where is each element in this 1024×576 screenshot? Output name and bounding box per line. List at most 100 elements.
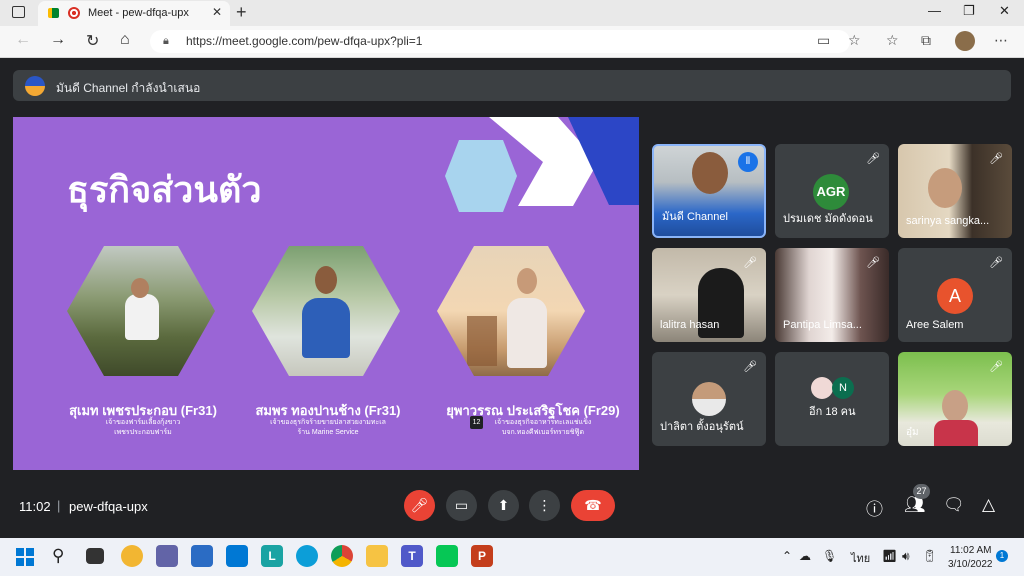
search-icon[interactable]: ⚲ (52, 546, 64, 566)
presenter-avatar (25, 76, 45, 96)
language-indicator[interactable]: ไทย (851, 549, 870, 567)
person-desc-3-line2: บจก.ทองคีฟเบอร์ทรายชิฟู๊ด (501, 429, 585, 436)
maximize-button[interactable]: ❐ (963, 3, 975, 19)
mic-toggle-button[interactable]: 🎤︎ (404, 490, 435, 521)
browser-tab-bar: Meet - pew-dfqa-upx ✕ + — ❐ ✕ (0, 0, 1024, 26)
more-options-button[interactable]: ⋮ (529, 490, 560, 521)
mic-off-icon: 🎤︎ (866, 153, 880, 165)
presentation-slide: ธุรกิจส่วนตัว สุเมท เพชรประกอบ (Fr31) เจ… (13, 117, 639, 470)
participant-name-3: sarinya sangka... (906, 215, 990, 227)
participant-avatar-2: AGR (813, 174, 849, 210)
minimize-button[interactable]: — (928, 3, 941, 18)
person-desc-1-line2: เพชรประกอบฟาร์ม (114, 429, 172, 436)
new-tab-button[interactable]: + (236, 2, 247, 23)
end-call-icon: ☎ (584, 497, 602, 513)
mic-off-icon: 🎤︎ (743, 361, 757, 373)
speaking-indicator-icon: ⦀ (738, 152, 758, 172)
person-desc-1: เจ้าของฟาร์มเลี้ยงกุ้งขาว เพชรประกอบฟาร์… (53, 418, 233, 438)
volume-icon[interactable]: 🔊︎ (902, 549, 910, 564)
participant-tile-2[interactable]: 🎤︎ AGR ปรมเดช มัดดังดอน (775, 144, 889, 238)
teams-icon[interactable]: T (401, 545, 423, 567)
task-view-icon[interactable] (86, 548, 104, 564)
mic-off-icon: 🎤︎ (989, 361, 1003, 373)
clock-time[interactable]: 11:02 AM (950, 545, 992, 556)
chat-icon[interactable]: 🗨︎ (943, 495, 965, 515)
more-menu-icon[interactable]: ⋯ (994, 32, 1008, 49)
more-vert-icon: ⋮ (537, 497, 552, 513)
participant-tile-more[interactable]: N อีก 18 คน (775, 352, 889, 446)
back-button[interactable]: ← (15, 31, 31, 49)
wifi-icon[interactable]: 📶︎ (882, 549, 897, 563)
microphone-tray-icon[interactable]: 🎙︎ (822, 549, 837, 563)
participant-video-9 (942, 390, 968, 422)
store-icon[interactable] (191, 545, 213, 567)
forward-button[interactable]: → (50, 31, 66, 49)
camera-icon: ▭ (454, 497, 469, 513)
onedrive-icon[interactable]: ☁ (799, 549, 811, 563)
participant-name-7: ปาลิตา ตั้งอนุรัตน์ (660, 421, 744, 433)
line-icon[interactable] (436, 545, 458, 567)
person-desc-2-line1: เจ้าของธุรกิจร้ายขายปลาสวยงามทะเล (270, 419, 386, 426)
participant-name-1: มันดี Channel (662, 211, 728, 223)
more-participants-label: อีก 18 คน (809, 406, 856, 418)
leave-call-button[interactable]: ☎ (571, 490, 615, 521)
tab-actions-icon[interactable] (12, 6, 25, 18)
person-desc-2-line2: ร้าน Marine Service (297, 429, 359, 436)
tab-close-icon[interactable]: ✕ (212, 5, 222, 19)
teams-chat-icon[interactable] (156, 545, 178, 567)
powerpoint-icon[interactable]: P (471, 545, 493, 567)
present-screen-button[interactable]: ⬆ (488, 490, 519, 521)
widgets-icon[interactable] (121, 545, 143, 567)
meeting-info-separator: | (57, 498, 61, 513)
browser-tab[interactable]: Meet - pew-dfqa-upx ✕ (38, 1, 230, 26)
edge-icon[interactable] (296, 545, 318, 567)
presenting-banner: มันดี Channel กำลังนำเสนอ (13, 70, 1011, 101)
profile-avatar[interactable] (955, 31, 975, 51)
present-icon: ⬆ (497, 497, 510, 513)
lessons-app-icon[interactable]: L (261, 545, 283, 567)
add-favorite-icon[interactable]: ☆ (848, 32, 861, 49)
mail-icon[interactable] (226, 545, 248, 567)
notification-badge[interactable]: 1 (996, 550, 1008, 562)
recording-icon (68, 7, 80, 19)
participant-name-4: lalitra hasan (660, 319, 720, 331)
windows-taskbar (0, 538, 1024, 576)
favorites-icon[interactable]: ☆ (886, 32, 899, 49)
meeting-details-icon[interactable]: ⓘ (866, 495, 883, 520)
close-window-button[interactable]: ✕ (999, 3, 1010, 19)
home-button[interactable]: ⌂ (120, 31, 130, 49)
more-participants-avatar-1 (811, 377, 833, 399)
reload-button[interactable]: ↻ (86, 31, 99, 51)
person-desc-1-line1: เจ้าของฟาร์มเลี้ยงกุ้งขาว (105, 419, 181, 426)
show-hidden-icons-icon[interactable]: ⌃ (782, 549, 792, 563)
start-button[interactable] (16, 548, 34, 566)
lock-icon: 🔒︎ (163, 35, 169, 47)
participant-tile-6[interactable]: 🎤︎ A Aree Salem (898, 248, 1012, 342)
participant-avatar-7 (692, 382, 726, 416)
presenting-text: มันดี Channel กำลังนำเสนอ (56, 81, 201, 95)
clock-date[interactable]: 3/10/2022 (948, 559, 993, 570)
meet-favicon-icon (48, 8, 59, 18)
mic-off-icon: 🎤︎ (743, 257, 757, 269)
chrome-icon[interactable] (331, 545, 353, 567)
participant-tile-5[interactable]: 🎤︎ Pantipa Limsa... (775, 248, 889, 342)
file-explorer-icon[interactable] (366, 545, 388, 567)
participant-tile-9[interactable]: 🎤︎ อุ๋ม (898, 352, 1012, 446)
camera-toggle-button[interactable]: ▭ (446, 490, 477, 521)
activities-icon[interactable]: △ (982, 495, 995, 515)
mic-off-icon: 🎤︎ (410, 497, 429, 513)
participant-tile-4[interactable]: 🎤︎ lalitra hasan (652, 248, 766, 342)
participant-tile-7[interactable]: 🎤︎ ปาลิตา ตั้งอนุรัตน์ (652, 352, 766, 446)
meeting-time: 11:02 (19, 499, 51, 514)
camera-permission-icon[interactable]: ▭ (817, 32, 830, 49)
participant-name-2: ปรมเดช มัดดังดอน (783, 213, 873, 225)
slide-title: ธุรกิจส่วนตัว (67, 169, 262, 210)
participant-tile-3[interactable]: 🎤︎ sarinya sangka... (898, 144, 1012, 238)
collections-icon[interactable]: ⧉ (921, 32, 931, 49)
battery-icon[interactable]: 🔋︎ (922, 549, 937, 563)
participant-name-6: Aree Salem (906, 319, 964, 331)
participant-tile-1[interactable]: ⦀ มันดี Channel (652, 144, 766, 238)
participant-avatar-6: A (937, 278, 973, 314)
participant-video-1 (692, 152, 728, 194)
mic-off-icon: 🎤︎ (989, 153, 1003, 165)
